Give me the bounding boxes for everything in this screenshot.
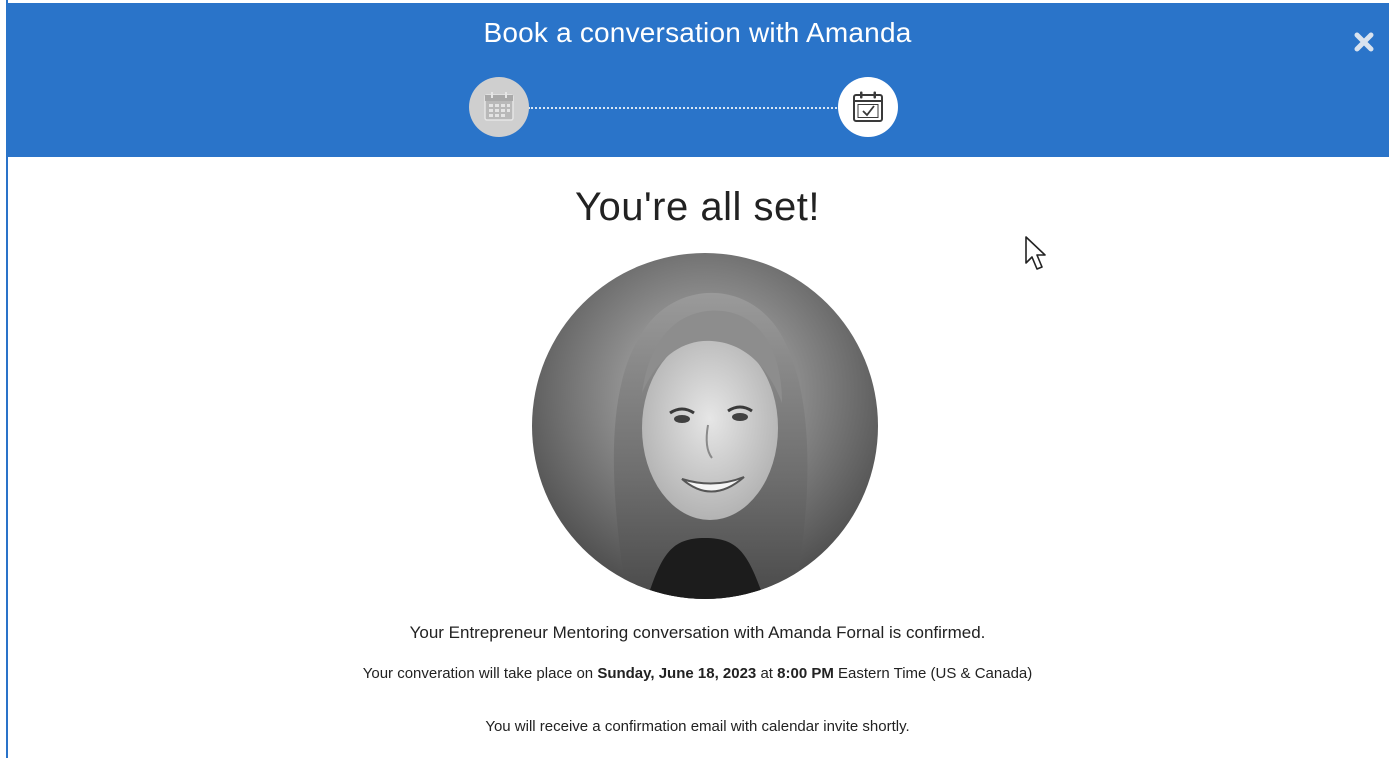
- mentor-photo: [532, 253, 878, 599]
- conversation-date: Sunday, June 18, 2023: [597, 665, 757, 682]
- step-connector: [528, 107, 840, 109]
- step-confirmed: [838, 77, 898, 137]
- mentor-avatar: [532, 253, 878, 599]
- close-button[interactable]: [1349, 27, 1379, 57]
- time-prefix: Your converation will take place on: [362, 665, 598, 682]
- calendar-icon: [484, 92, 514, 121]
- step-select-time: [469, 77, 529, 137]
- confirmation-headline: You're all set!: [575, 185, 820, 229]
- confirmation-message: Your Entrepreneur Mentoring conversation…: [409, 623, 986, 642]
- booking-stepper: [464, 75, 904, 139]
- conversation-time-message: Your converation will take place on Sund…: [6, 665, 1389, 682]
- email-notice: You will receive a confirmation email wi…: [485, 718, 910, 735]
- conversation-time: 8:00 PM: [777, 665, 834, 682]
- confirmation-content: You're all set! Your Entrepreneur Mentor…: [6, 157, 1389, 758]
- time-at: at: [756, 665, 778, 682]
- time-zone: Eastern Time (US & Canada): [833, 665, 1033, 682]
- calendar-check-icon: [853, 91, 883, 122]
- mouse-cursor-icon: [1024, 235, 1050, 280]
- close-icon: [1354, 32, 1374, 52]
- modal-title: Book a conversation with Amanda: [483, 17, 912, 48]
- booking-modal: Book a conversation with Amanda You're a…: [0, 0, 1391, 758]
- modal-header: Book a conversation with Amanda: [6, 3, 1389, 157]
